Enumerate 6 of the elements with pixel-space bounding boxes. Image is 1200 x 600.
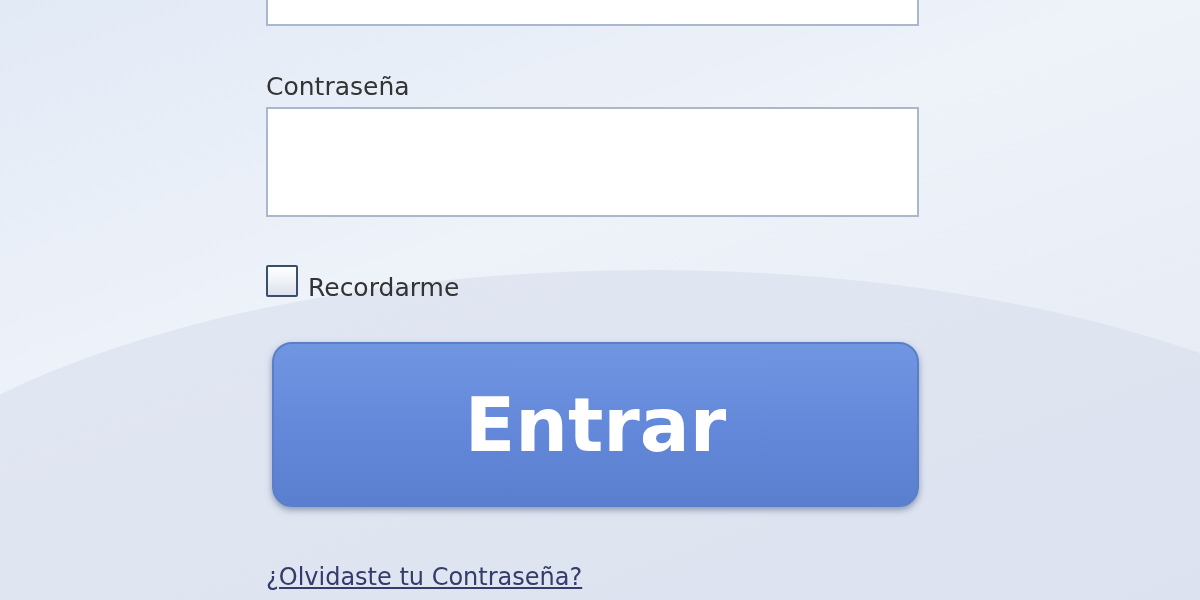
checkbox[interactable] <box>266 264 298 297</box>
field-label: Contraseña <box>266 71 411 103</box>
checkbox-label[interactable]: Recordarme <box>308 273 460 302</box>
forgot-password-link[interactable]: ¿Olvidaste tu Contraseña? <box>266 563 583 591</box>
password-field[interactable] <box>266 107 919 217</box>
input-field[interactable] <box>266 0 919 26</box>
